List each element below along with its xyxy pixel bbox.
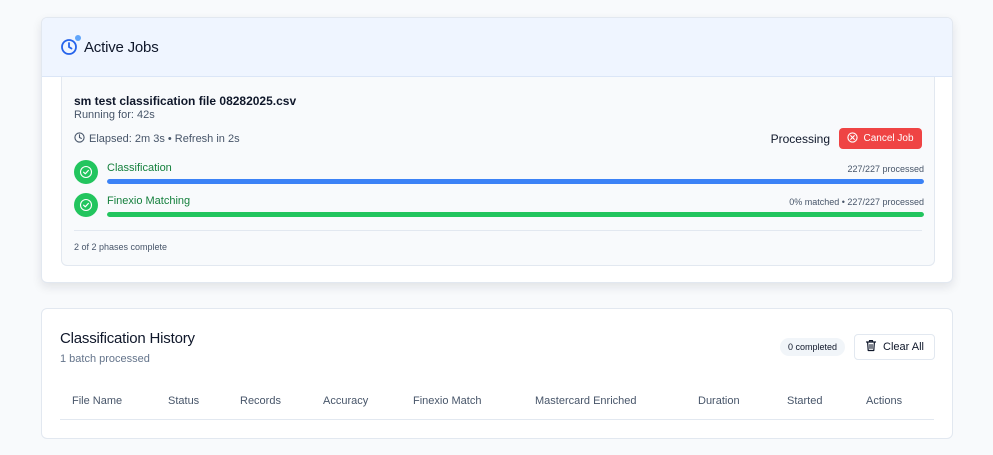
elapsed-clock-icon <box>74 132 85 146</box>
check-circle-icon <box>74 193 98 217</box>
column-header-finexio-match[interactable]: Finexio Match <box>413 395 481 407</box>
active-jobs-card: Active Jobs sm test classification file … <box>41 17 953 283</box>
phases-complete-text: 2 of 2 phases complete <box>74 242 168 252</box>
column-header-accuracy[interactable]: Accuracy <box>323 395 368 407</box>
job-divider <box>74 230 922 231</box>
history-title: Classification History <box>60 330 195 347</box>
active-jobs-header: Active Jobs <box>42 18 952 77</box>
job-status: Processing <box>770 132 830 146</box>
column-header-file-name[interactable]: File Name <box>72 395 122 407</box>
job-elapsed-text: Elapsed: 2m 3s • Refresh in 2s <box>89 133 240 145</box>
column-header-actions[interactable]: Actions <box>866 395 902 407</box>
phase-name: Finexio Matching <box>107 195 191 207</box>
phase-progress-text: 227/227 processed <box>847 164 924 174</box>
column-header-duration[interactable]: Duration <box>698 395 740 407</box>
progress-bar <box>107 179 924 184</box>
phase-finexio-matching: Finexio Matching 0% matched • 227/227 pr… <box>74 192 924 220</box>
column-header-status[interactable]: Status <box>168 395 199 407</box>
column-header-mastercard-enriched[interactable]: Mastercard Enriched <box>535 395 637 407</box>
table-header-divider <box>60 419 934 420</box>
classification-history-card: Classification History 1 batch processed… <box>41 308 953 439</box>
phase-classification: Classification 227/227 processed <box>74 159 924 187</box>
column-header-started[interactable]: Started <box>787 395 822 407</box>
check-circle-icon <box>74 160 98 184</box>
job-elapsed: Elapsed: 2m 3s • Refresh in 2s <box>74 132 240 146</box>
cancel-circle-icon <box>847 131 859 146</box>
job-card: sm test classification file 08282025.csv… <box>61 77 935 266</box>
active-jobs-title: Active Jobs <box>84 38 159 56</box>
progress-bar <box>107 212 924 217</box>
column-header-records[interactable]: Records <box>240 395 281 407</box>
clock-icon <box>60 35 81 56</box>
progress-fill <box>107 212 924 217</box>
trash-icon <box>865 339 877 355</box>
clear-all-label: Clear All <box>883 341 924 353</box>
phase-progress-text: 0% matched • 227/227 processed <box>789 197 924 207</box>
progress-fill <box>107 179 924 184</box>
job-file-name: sm test classification file 08282025.csv <box>74 94 297 108</box>
history-subtitle: 1 batch processed <box>60 353 150 365</box>
phase-name: Classification <box>107 162 172 174</box>
clear-all-button[interactable]: Clear All <box>854 334 935 360</box>
cancel-job-label: Cancel Job <box>863 133 914 144</box>
completed-badge: 0 completed <box>780 338 846 356</box>
job-running-for: Running for: 42s <box>74 109 155 121</box>
cancel-job-button[interactable]: Cancel Job <box>839 128 922 149</box>
